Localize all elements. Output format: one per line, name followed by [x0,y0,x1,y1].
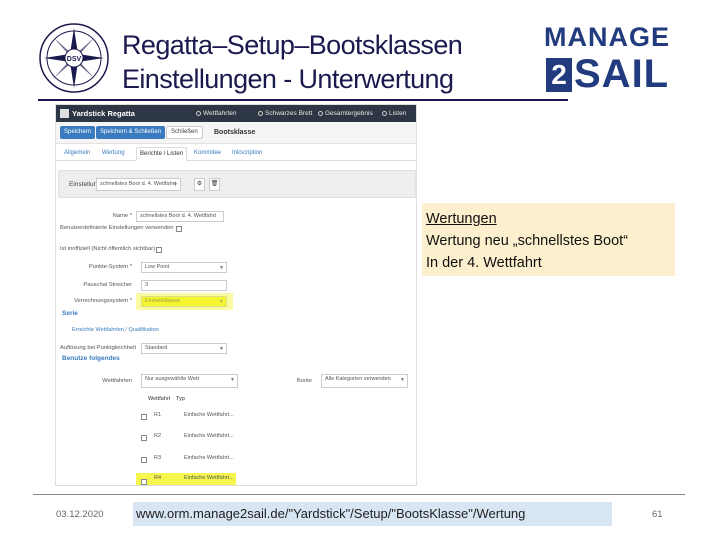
brand-digit: 2 [546,58,572,92]
nav-item-gesamtergebnis[interactable]: Gesamtergebnis [318,110,373,117]
slide-title: Regatta–Setup–Bootsklassen Einstellungen… [122,28,463,96]
tie-value: Standard [145,345,168,351]
clock-icon [196,111,201,116]
serie-section-link[interactable]: Serie [62,310,78,317]
tie-label: Auflösung bei Punktgleichheit [60,345,137,351]
race-name: R3 [154,455,162,461]
navbar: Yardstick Regatta Wettfahrten Schwarzes … [56,105,416,122]
slide-title-line2: Einstellungen - Unterwertung [122,64,454,94]
app-screenshot: Yardstick Regatta Wettfahrten Schwarzes … [55,104,417,486]
boats-select[interactable]: Alle Kategorien verwenden ▼ [321,374,408,388]
settings-gear-icon: ⚙ [196,181,203,187]
nav-item-label: Wettfahrten [203,110,237,117]
nav-item-label: Listen [389,110,407,117]
race-checkbox[interactable] [141,479,147,485]
race-type: Einfache Wettfahrt... [184,412,234,418]
points-system-select[interactable]: Low Point ▼ [141,262,227,273]
footer-url[interactable]: www.orm.manage2sail.de/"Yardstick"/Setup… [133,502,612,526]
title-underline [38,99,568,101]
trash-icon: 🗑 [210,181,219,187]
nav-item-label: Gesamtergebnis [325,110,373,117]
races-select[interactable]: Nur ausgewählte Wett ▼ [141,374,238,388]
nav-item-schwarzes-brett[interactable]: Schwarzes Brett [258,110,312,117]
settings-select[interactable]: schnellstes Boot d. 4. Wettfahrt ▼ [96,178,181,191]
save-close-button[interactable]: Speichern & Schließen [96,126,166,139]
unofficial-label: Ist inoffiziell (Nicht öffentlich sichtb… [60,246,156,252]
table-header-type: Typ [176,396,185,402]
dsv-logo-text: DSV [67,56,82,63]
tab-kommitee[interactable]: Kommitee [194,150,221,156]
toolbar: Speichern Speichern & Schließen Schließe… [56,122,416,144]
race-name: R2 [154,433,162,439]
dsv-compass-logo: DSV [39,23,109,93]
footer-divider [33,494,685,495]
callout-note: Wertungen Wertung neu „schnellstes Boot“… [422,203,675,276]
pauschal-input[interactable]: 3 [141,280,227,291]
settings-select-value: schnellstes Boot d. 4. Wettfahrt [100,181,177,187]
points-system-label: Punkte-System * [88,264,132,270]
races-label: Wettfahrten [102,378,132,384]
manage2sail-logo: MANAGE 2 SAIL [544,22,689,98]
delete-button[interactable]: 🗑 [209,178,220,191]
nav-brand-label: Yardstick Regatta [72,109,135,118]
callout-heading: Wertungen [426,211,497,227]
chevron-down-icon: ▼ [173,182,178,188]
custom-settings-label: Benutzerdefinierte Einstellungen verwend… [60,225,174,231]
name-label: Name * [112,213,132,219]
highlight-marker [136,293,233,310]
save-button[interactable]: Speichern [60,126,96,139]
table-header-race: Wettfahrt [148,396,171,402]
name-input[interactable]: schnellstes Boot d. 4. Wettfahrt [136,211,224,222]
races-value: Nur ausgewählte Wett [145,376,200,382]
qualification-link[interactable]: Erreichte Wettfahrten / Qualifikation [72,327,159,333]
boats-label: Boote [296,378,312,384]
tab-berichte-listen[interactable]: Berichte / Listen [136,147,188,161]
points-system-value: Low Point [145,264,170,270]
chevron-down-icon: ▼ [219,265,224,271]
nav-brand[interactable]: Yardstick Regatta [60,108,135,119]
brand-sail: SAIL [574,52,670,96]
nav-item-listen[interactable]: Listen [382,110,406,117]
settings-gear-button[interactable]: ⚙ [194,178,205,191]
race-type: Einfache Wettfahrt... [184,455,234,461]
race-name: R4 [154,475,162,481]
footer-date: 03.12.2020 [56,509,104,520]
nav-item-label: Schwarzes Brett [265,110,313,117]
nav-item-wettfahrten[interactable]: Wettfahrten [196,110,236,117]
race-checkbox[interactable] [141,414,147,420]
tab-allgemein[interactable]: Allgemein [64,150,90,156]
settings-row: Einstellung schnellstes Boot d. 4. Wettf… [58,170,416,198]
toolbar-title: Bootsklasse [214,129,256,136]
close-button[interactable]: Schließen [166,126,203,139]
scoring-system-label: Verrechnungssystem * [74,298,132,304]
tab-wertung[interactable]: Wertung [102,150,125,156]
race-name: R1 [154,412,162,418]
race-type: Einfache Wettfahrt... [184,433,234,439]
boats-value: Alle Kategorien verwenden [325,376,391,382]
callout-line1: Wertung neu „schnellstes Boot“ [426,233,629,249]
pauschal-label: Pauschal Streicher [83,282,132,288]
brand-manage: MANAGE [544,22,670,52]
callout-line2: In der 4. Wettfahrt [426,255,542,271]
tabs: Allgemein Wertung Berichte / Listen Komm… [56,147,416,161]
tie-select[interactable]: Standard ▼ [141,343,227,354]
app-logo-icon [60,109,69,118]
list-icon [382,111,387,116]
race-checkbox[interactable] [141,457,147,463]
unofficial-checkbox[interactable] [156,247,162,253]
chevron-down-icon: ▼ [230,377,235,383]
use-following-link[interactable]: Benutze folgendes [62,355,120,362]
race-type: Einfache Wettfahrt... [184,475,234,481]
custom-settings-checkbox[interactable] [176,226,182,232]
chevron-down-icon: ▼ [219,346,224,352]
race-checkbox[interactable] [141,435,147,441]
slide-title-line1: Regatta–Setup–Bootsklassen [122,30,463,60]
page-number: 61 [652,509,663,520]
chevron-down-icon: ▼ [400,377,405,383]
board-icon [258,111,263,116]
tab-inkscription[interactable]: Inkscription [232,150,262,156]
results-icon [318,111,323,116]
